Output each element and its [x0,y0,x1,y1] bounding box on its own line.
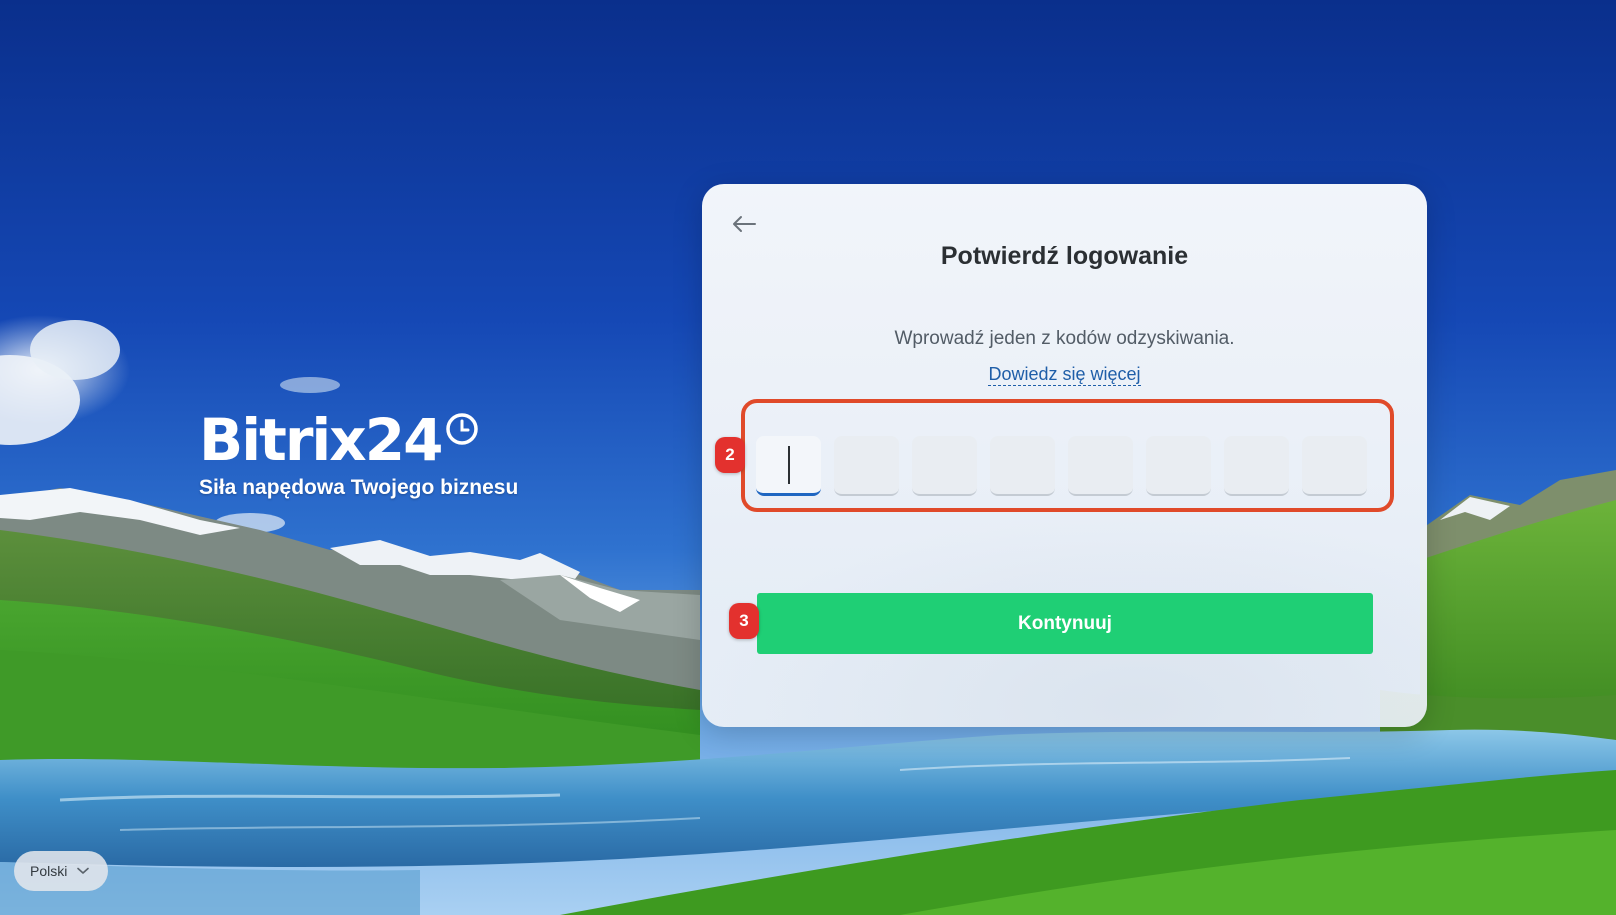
brand-tagline: Siła napędowa Twojego biznesu [199,476,519,499]
step-badge-2: 2 [715,437,745,473]
dialog-description: Wprowadź jeden z kodów odzyskiwania. [894,328,1235,349]
code-inputs-highlight [741,399,1394,512]
step-badge-3: 3 [729,603,759,639]
learn-more-container: Dowiedz się więcej [702,364,1427,386]
login-screen: Bitrix24 Siła napędowa Twojego biznesu P… [0,0,1616,915]
brand-logo: Bitrix24 [199,408,518,472]
arrow-left-icon [733,216,756,232]
back-button[interactable] [728,208,760,240]
dialog-title: Potwierdź logowanie [940,242,1189,270]
brand-block: Bitrix24 Siła napędowa Twojego biznesu [199,408,518,500]
brand-name: Bitrix24 [199,406,443,474]
continue-button[interactable]: Kontynuuj [757,593,1373,654]
language-label: Polski [30,863,68,879]
language-selector[interactable]: Polski [14,851,108,891]
clock-icon [445,412,479,451]
learn-more-link[interactable]: Dowiedz się więcej [988,364,1141,386]
chevron-down-icon [77,867,90,875]
